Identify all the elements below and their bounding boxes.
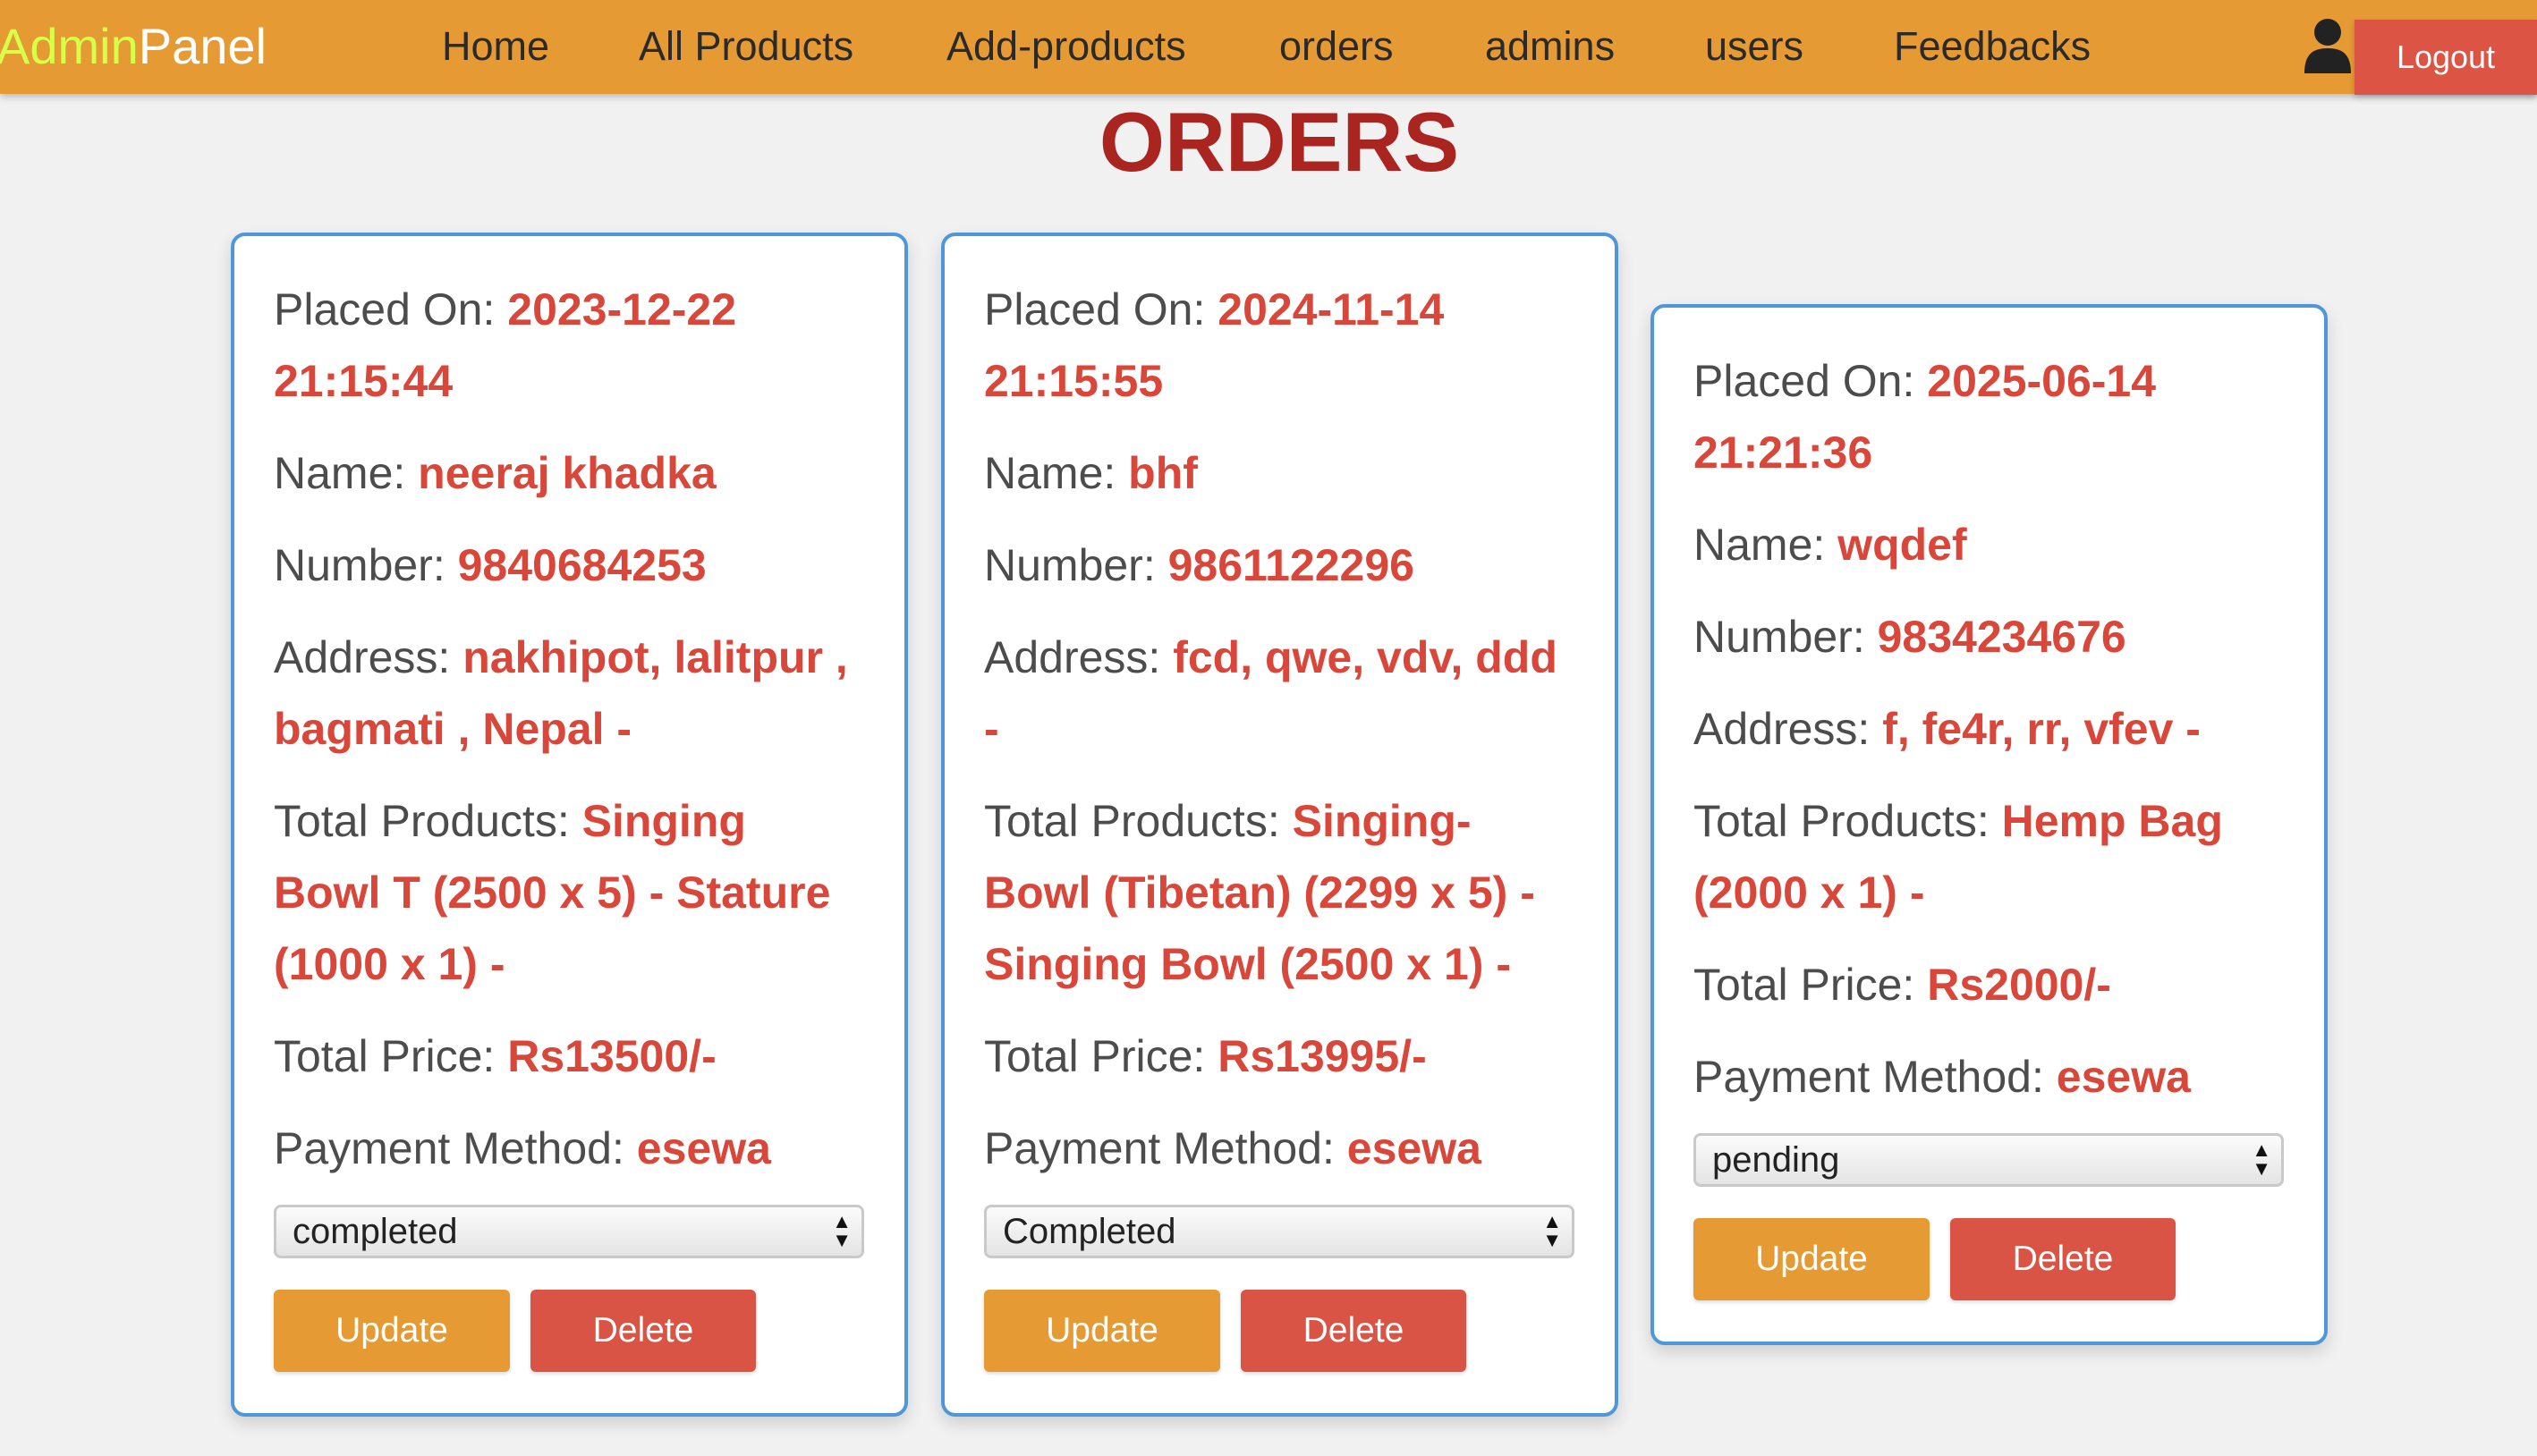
order-address: Address: nakhipot, lalitpur , bagmati , … bbox=[274, 622, 865, 765]
update-button[interactable]: Update bbox=[274, 1290, 510, 1372]
order-card: Placed On: 2025-06-14 21:21:36 Name: wqd… bbox=[1650, 304, 2328, 1345]
order-status-select[interactable]: completed bbox=[274, 1205, 864, 1258]
name-value: neeraj khadka bbox=[418, 448, 717, 498]
payment-method-label: Payment Method: bbox=[1693, 1052, 2057, 1102]
nav-admins[interactable]: admins bbox=[1485, 20, 1615, 73]
delete-button[interactable]: Delete bbox=[1950, 1218, 2176, 1300]
number-label: Number: bbox=[984, 540, 1168, 590]
order-placed-on: Placed On: 2025-06-14 21:21:36 bbox=[1693, 345, 2285, 488]
number-value: 9861122296 bbox=[1167, 540, 1414, 590]
update-button[interactable]: Update bbox=[1693, 1218, 1930, 1300]
nav-feedbacks[interactable]: Feedbacks bbox=[1894, 20, 2091, 73]
order-total-products: Total Products: Hemp Bag (2000 x 1) - bbox=[1693, 785, 2285, 928]
status-select-wrap: Completed ▲ ▼ bbox=[984, 1205, 1574, 1258]
order-placed-on: Placed On: 2024-11-14 21:15:55 bbox=[984, 274, 1575, 417]
order-name: Name: neeraj khadka bbox=[274, 437, 865, 509]
order-card: Placed On: 2024-11-14 21:15:55 Name: bhf… bbox=[941, 233, 1618, 1417]
order-address: Address: f, fe4r, rr, vfev - bbox=[1693, 693, 2285, 765]
nav-add-products[interactable]: Add-products bbox=[946, 20, 1186, 73]
order-total-price: Total Price: Rs2000/- bbox=[1693, 949, 2285, 1020]
delete-button[interactable]: Delete bbox=[1241, 1290, 1466, 1372]
order-name: Name: wqdef bbox=[1693, 509, 2285, 580]
order-total-price: Total Price: Rs13500/- bbox=[274, 1020, 865, 1092]
number-label: Number: bbox=[274, 540, 458, 590]
payment-method-value: esewa bbox=[2056, 1052, 2191, 1102]
order-actions: Update Delete bbox=[274, 1290, 865, 1374]
total-price-value: Rs13500/- bbox=[507, 1031, 717, 1081]
order-total-products: Total Products: Singing-Bowl (Tibetan) (… bbox=[984, 785, 1575, 1000]
total-price-label: Total Price: bbox=[274, 1031, 508, 1081]
total-price-label: Total Price: bbox=[1693, 960, 1928, 1010]
delete-button[interactable]: Delete bbox=[530, 1290, 756, 1372]
name-label: Name: bbox=[984, 448, 1129, 498]
total-price-value: Rs13995/- bbox=[1218, 1031, 1427, 1081]
total-price-value: Rs2000/- bbox=[1927, 960, 2111, 1010]
order-total-price: Total Price: Rs13995/- bbox=[984, 1020, 1575, 1092]
order-status-select[interactable]: Completed bbox=[984, 1205, 1574, 1258]
number-value: 9834234676 bbox=[1877, 612, 2126, 662]
update-button[interactable]: Update bbox=[984, 1290, 1220, 1372]
order-payment-method: Payment Method: esewa bbox=[274, 1113, 865, 1184]
total-products-label: Total Products: bbox=[1693, 796, 2002, 846]
order-actions: Update Delete bbox=[984, 1290, 1575, 1374]
placed-on-label: Placed On: bbox=[984, 284, 1218, 334]
name-label: Name: bbox=[1693, 520, 1838, 570]
address-label: Address: bbox=[1693, 704, 1883, 754]
total-price-label: Total Price: bbox=[984, 1031, 1218, 1081]
name-value: wqdef bbox=[1837, 520, 1967, 570]
name-value: bhf bbox=[1128, 448, 1198, 498]
order-card: Placed On: 2023-12-22 21:15:44 Name: nee… bbox=[231, 233, 908, 1417]
order-number: Number: 9834234676 bbox=[1693, 601, 2285, 673]
payment-method-label: Payment Method: bbox=[274, 1123, 637, 1173]
order-payment-method: Payment Method: esewa bbox=[984, 1113, 1575, 1184]
nav-home[interactable]: Home bbox=[442, 20, 549, 73]
name-label: Name: bbox=[274, 448, 419, 498]
address-label: Address: bbox=[984, 632, 1174, 682]
logo-text-panel: Panel bbox=[138, 18, 267, 74]
total-products-label: Total Products: bbox=[274, 796, 582, 846]
address-label: Address: bbox=[274, 632, 463, 682]
order-placed-on: Placed On: 2023-12-22 21:15:44 bbox=[274, 274, 865, 417]
total-products-label: Total Products: bbox=[984, 796, 1293, 846]
page-title: ORDERS bbox=[1099, 95, 1460, 189]
nav-orders[interactable]: orders bbox=[1279, 20, 1394, 73]
user-icon[interactable] bbox=[2303, 18, 2353, 73]
nav-users[interactable]: users bbox=[1705, 20, 1803, 73]
payment-method-label: Payment Method: bbox=[984, 1123, 1347, 1173]
nav-all-products[interactable]: All Products bbox=[639, 20, 853, 73]
placed-on-label: Placed On: bbox=[274, 284, 508, 334]
logo-text-admin: Admin bbox=[0, 18, 139, 74]
top-navbar: AdminPanel Home All Products Add-product… bbox=[0, 0, 2537, 95]
number-value: 9840684253 bbox=[457, 540, 707, 590]
placed-on-label: Placed On: bbox=[1693, 356, 1928, 406]
payment-method-value: esewa bbox=[636, 1123, 771, 1173]
order-number: Number: 9840684253 bbox=[274, 529, 865, 601]
order-actions: Update Delete bbox=[1693, 1218, 2285, 1302]
number-label: Number: bbox=[1693, 612, 1878, 662]
payment-method-value: esewa bbox=[1346, 1123, 1481, 1173]
status-select-wrap: completed ▲ ▼ bbox=[274, 1205, 864, 1258]
address-value: f, fe4r, rr, vfev - bbox=[1882, 704, 2201, 754]
status-select-wrap: pending ▲ ▼ bbox=[1693, 1133, 2284, 1187]
order-payment-method: Payment Method: esewa bbox=[1693, 1041, 2285, 1113]
admin-panel-logo[interactable]: AdminPanel bbox=[0, 16, 267, 77]
order-status-select[interactable]: pending bbox=[1693, 1133, 2284, 1187]
order-number: Number: 9861122296 bbox=[984, 529, 1575, 601]
logout-button[interactable]: Logout bbox=[2355, 20, 2537, 95]
order-name: Name: bhf bbox=[984, 437, 1575, 509]
order-address: Address: fcd, qwe, vdv, ddd - bbox=[984, 622, 1575, 765]
order-total-products: Total Products: Singing Bowl T (2500 x 5… bbox=[274, 785, 865, 1000]
